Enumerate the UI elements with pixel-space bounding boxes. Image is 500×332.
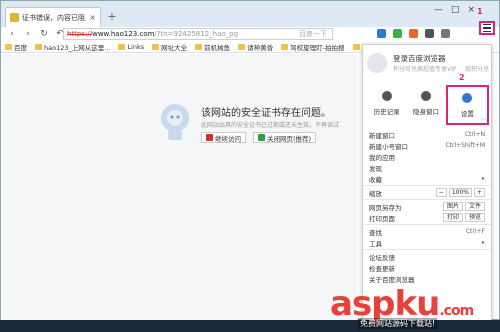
folder-icon: [152, 43, 160, 50]
tab-title: 证书错误，内容已阻止: [22, 13, 87, 22]
continue-label: 继续访问: [215, 134, 241, 143]
tab-active[interactable]: 证书错误，内容已阻止 ×: [5, 7, 101, 27]
bookmark-item[interactable]: 百度: [5, 42, 27, 52]
annotation-two: 2: [459, 73, 465, 82]
safe-shield-icon: [258, 134, 265, 141]
bookmark-icon: [5, 43, 12, 50]
favicon-icon: [10, 13, 19, 22]
history-button[interactable]: 历史记录: [367, 85, 406, 125]
gear-icon: [462, 93, 473, 103]
menu-item-discover[interactable]: 发现: [363, 162, 491, 173]
menu-separator: [363, 199, 491, 200]
incognito-label: 隐身窗口: [412, 108, 439, 116]
close-page-label: 关闭网页(推荐): [267, 134, 312, 143]
settings-button[interactable]: 设置: [445, 85, 489, 125]
mascot-icon: [161, 104, 189, 140]
menu-separator: [363, 249, 491, 250]
scissors-icon[interactable]: [425, 29, 434, 38]
bookmark-item[interactable]: 前机械鱼: [195, 42, 230, 52]
bookmark-item[interactable]: 网址大全: [152, 42, 187, 52]
menu-item-new-window[interactable]: 新建窗口 Ctrl+N: [363, 129, 491, 140]
back-button[interactable]: ‹: [7, 29, 17, 39]
window-controls: — □ ×: [434, 5, 475, 15]
new-tab-button[interactable]: +: [105, 10, 119, 24]
annotation-one: 1: [477, 7, 483, 16]
print-preview-button[interactable]: 预览: [464, 213, 485, 222]
menu-line: [483, 27, 491, 29]
tab-close-icon[interactable]: ×: [89, 13, 96, 22]
bookmark-item[interactable]: 驾校旋理盯-拍拍搜: [281, 42, 345, 52]
certificate-warning: 该网站的安全证书存在问题。 此网站出具的安全证书已过期或还未生效，不再调试 继续…: [155, 102, 355, 152]
menu-item-print: 打印页面 打印 预览: [363, 212, 491, 223]
mask-icon: [420, 91, 431, 101]
zoom-in-button[interactable]: +: [473, 188, 485, 197]
bookmark-icon: [281, 43, 289, 50]
bookmark-item[interactable]: 请神黄昏: [238, 42, 273, 52]
menu-list: 新建窗口 Ctrl+N 新建小号窗口 Ctrl+Shift+M 我的应用 发现 收藏…: [363, 129, 491, 284]
refresh-button[interactable]: ↻: [39, 29, 49, 39]
baidu-icon[interactable]: [377, 29, 386, 38]
close-window-button[interactable]: ×: [467, 5, 475, 15]
forward-button[interactable]: ›: [23, 29, 33, 39]
url-path: /?tn=92425812_hao_pg: [154, 30, 239, 38]
extension-icon[interactable]: [393, 29, 402, 38]
close-page-button[interactable]: 关闭网页(推荐): [253, 132, 317, 143]
upgrade-link[interactable]: 现积分兑: [465, 64, 489, 73]
menu-item-find[interactable]: 查找 Ctrl+F: [363, 226, 491, 237]
folder-icon: [352, 43, 360, 50]
settings-label: 设置: [460, 110, 474, 118]
menu-line: [483, 30, 491, 33]
url-host: www.hao123.com: [92, 30, 155, 38]
url-scheme: https://: [67, 30, 93, 38]
download-icon[interactable]: [441, 29, 450, 38]
clock-icon: [381, 91, 392, 101]
main-menu-button[interactable]: [479, 21, 495, 35]
warning-description: 此网站出具的安全证书已过期或还未生效，不再调试: [201, 122, 340, 129]
warning-title: 该网站的安全证书存在问题。: [201, 108, 331, 119]
minimize-button[interactable]: —: [434, 5, 443, 15]
bookmark-item[interactable]: Links: [118, 43, 144, 51]
save-image-button[interactable]: 图片: [442, 202, 463, 211]
maximize-button[interactable]: □: [451, 5, 460, 15]
menu-item-tools[interactable]: 工具 ▸: [363, 237, 491, 248]
toolbar-icons: [377, 29, 450, 38]
address-bar[interactable]: https:// www.hao123.com /?tn=92425812_ha…: [63, 28, 333, 40]
game-icon[interactable]: [409, 29, 418, 38]
menu-item-about[interactable]: 关于百度浏览器: [363, 273, 491, 284]
bookmark-icon: [195, 43, 203, 50]
print-button[interactable]: 打印: [442, 213, 463, 222]
login-subtitle: 积分可兑换超值专享VIP: [393, 66, 457, 73]
menu-item-zoom: 缩放 − 100% +: [363, 187, 491, 198]
bookmark-icon: [238, 43, 246, 50]
save-file-button[interactable]: 文件: [464, 202, 485, 211]
zoom-value: 100%: [448, 188, 472, 197]
search-input[interactable]: 百度一下: [297, 29, 357, 39]
quick-actions: 历史记录 隐身窗口 设置: [367, 85, 489, 125]
menu-item-feedback[interactable]: 论坛反馈: [363, 251, 491, 262]
menu-item-save-page: 网页另存为 图片 文件: [363, 201, 491, 212]
page-content: 该网站的安全证书存在问题。 此网站出具的安全证书已过期或还未生效，不再调试 继续…: [1, 54, 357, 321]
bookmark-item[interactable]: hao123_上网从这里...: [35, 42, 110, 52]
history-label: 历史记录: [373, 108, 400, 116]
tab-bar: 证书错误，内容已阻止 × + — □ ×: [1, 1, 499, 27]
zoom-out-button[interactable]: −: [435, 188, 447, 197]
folder-icon: [118, 43, 126, 50]
menu-item-new-alt-window[interactable]: 新建小号窗口 Ctrl+Shift+M: [363, 140, 491, 151]
menu-separator: [363, 224, 491, 225]
bookmark-icon: [35, 43, 42, 50]
warning-shield-icon: [206, 134, 213, 141]
continue-button[interactable]: 继续访问: [201, 132, 246, 143]
watermark-tagline: 免费网站源码下载站!: [358, 318, 438, 329]
menu-line: [483, 23, 491, 26]
incognito-button[interactable]: 隐身窗口: [406, 85, 445, 125]
menu-item-check-update[interactable]: 检查更新: [363, 262, 491, 273]
menu-separator: [363, 185, 491, 186]
profile-section[interactable]: 登录百度浏览器 积分可兑换超值专享VIP 现积分兑: [367, 51, 489, 79]
login-title[interactable]: 登录百度浏览器: [393, 53, 446, 64]
menu-item-favorites[interactable]: 收藏 ▸: [363, 173, 491, 184]
avatar[interactable]: [367, 53, 387, 73]
menu-item-my-apps[interactable]: 我的应用: [363, 151, 491, 162]
